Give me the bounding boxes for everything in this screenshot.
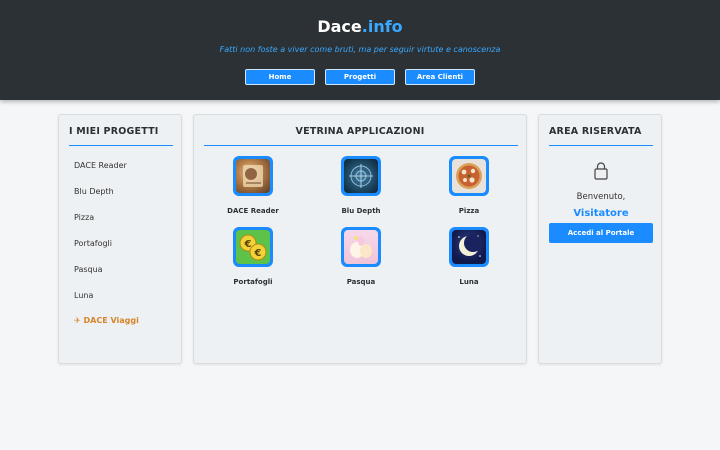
- main-nav: Home Progetti Area Clienti: [0, 69, 720, 85]
- project-link-dace-reader[interactable]: DACE Reader: [74, 161, 127, 170]
- welcome-text: Benvenuto,: [576, 192, 626, 202]
- portafogli-app-icon: € €: [233, 227, 273, 267]
- project-link-dace-viaggi[interactable]: ✈ DACE Viaggi: [74, 316, 139, 325]
- site-header: Dace.info Fatti non foste a viver come b…: [0, 0, 720, 100]
- svg-text:€: €: [254, 248, 262, 259]
- app-label: Portafogli: [233, 278, 273, 286]
- pizza-app-icon: [449, 156, 489, 196]
- dace-reader-app-icon: [233, 156, 273, 196]
- dace-viaggi-label: DACE Viaggi: [83, 316, 139, 325]
- app-label: Luna: [459, 278, 479, 286]
- app-pizza[interactable]: Pizza: [429, 156, 509, 218]
- project-link-luna[interactable]: Luna: [74, 291, 93, 300]
- nav-area-clienti-button[interactable]: Area Clienti: [405, 69, 475, 85]
- app-dace-reader[interactable]: DACE Reader: [213, 156, 293, 218]
- nav-home-button[interactable]: Home: [245, 69, 315, 85]
- showcase-panel: VETRINA APPLICAZIONI DACE Reader Blu Dep…: [193, 114, 527, 364]
- projects-panel: I MIEI PROGETTI DACE Reader Blu Depth Pi…: [58, 114, 182, 364]
- app-label: Blu Depth: [341, 207, 381, 215]
- project-link-pizza[interactable]: Pizza: [74, 213, 94, 222]
- showcase-title: VETRINA APPLICAZIONI: [295, 126, 425, 137]
- app-label: Pizza: [458, 207, 480, 215]
- app-label: Pasqua: [346, 278, 376, 286]
- project-link-blu-depth[interactable]: Blu Depth: [74, 187, 114, 196]
- app-pasqua[interactable]: Pasqua: [321, 227, 401, 289]
- tagline: Fatti non foste a viver come bruti, ma p…: [219, 45, 501, 54]
- pasqua-app-icon: [341, 227, 381, 267]
- app-blu-depth[interactable]: Blu Depth: [321, 156, 401, 218]
- project-link-pasqua[interactable]: Pasqua: [74, 265, 103, 274]
- reserved-title-rule: [549, 145, 653, 146]
- project-link-portafogli[interactable]: Portafogli: [74, 239, 112, 248]
- projects-title-rule: [69, 145, 173, 146]
- brand-main: Dace: [317, 17, 362, 36]
- app-label: DACE Reader: [227, 207, 279, 215]
- blu-depth-app-icon: [341, 156, 381, 196]
- reserved-panel: AREA RISERVATA Benvenuto, Visitatore Acc…: [538, 114, 662, 364]
- airplane-icon: ✈: [74, 316, 81, 325]
- site-logo[interactable]: Dace.info: [0, 17, 720, 36]
- app-luna[interactable]: Luna: [429, 227, 509, 289]
- projects-title: I MIEI PROGETTI: [69, 126, 159, 137]
- brand-suffix: .info: [361, 17, 403, 36]
- nav-progetti-button[interactable]: Progetti: [325, 69, 395, 85]
- portal-login-button[interactable]: Accedi al Portale: [549, 223, 653, 243]
- reserved-title: AREA RISERVATA: [549, 126, 642, 137]
- lock-icon: [539, 162, 663, 184]
- luna-app-icon: [449, 227, 489, 267]
- svg-text:€: €: [244, 239, 252, 250]
- visitor-name: Visitatore: [573, 208, 629, 219]
- app-portafogli[interactable]: € € Portafogli: [213, 227, 293, 289]
- showcase-title-rule: [204, 145, 518, 146]
